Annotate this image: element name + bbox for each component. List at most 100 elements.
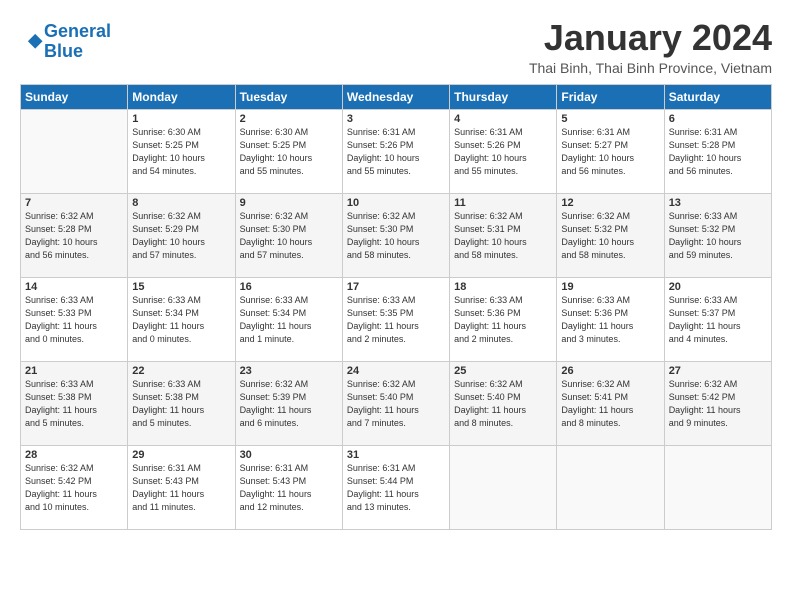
day-info: Sunrise: 6:32 AM Sunset: 5:40 PM Dayligh… <box>454 378 552 430</box>
day-cell: 22Sunrise: 6:33 AM Sunset: 5:38 PM Dayli… <box>128 361 235 445</box>
day-info: Sunrise: 6:32 AM Sunset: 5:40 PM Dayligh… <box>347 378 445 430</box>
day-cell: 26Sunrise: 6:32 AM Sunset: 5:41 PM Dayli… <box>557 361 664 445</box>
day-info: Sunrise: 6:33 AM Sunset: 5:35 PM Dayligh… <box>347 294 445 346</box>
month-title: January 2024 <box>529 18 772 58</box>
day-info: Sunrise: 6:32 AM Sunset: 5:29 PM Dayligh… <box>132 210 230 262</box>
day-cell <box>450 445 557 529</box>
week-row: 21Sunrise: 6:33 AM Sunset: 5:38 PM Dayli… <box>21 361 772 445</box>
day-info: Sunrise: 6:33 AM Sunset: 5:36 PM Dayligh… <box>454 294 552 346</box>
day-info: Sunrise: 6:32 AM Sunset: 5:42 PM Dayligh… <box>669 378 767 430</box>
day-cell: 29Sunrise: 6:31 AM Sunset: 5:43 PM Dayli… <box>128 445 235 529</box>
day-cell: 4Sunrise: 6:31 AM Sunset: 5:26 PM Daylig… <box>450 109 557 193</box>
day-number: 9 <box>240 197 338 209</box>
day-info: Sunrise: 6:30 AM Sunset: 5:25 PM Dayligh… <box>132 126 230 178</box>
header: General Blue January 2024 Thai Binh, Tha… <box>20 18 772 76</box>
day-cell: 10Sunrise: 6:32 AM Sunset: 5:30 PM Dayli… <box>342 193 449 277</box>
day-number: 1 <box>132 113 230 125</box>
day-cell: 17Sunrise: 6:33 AM Sunset: 5:35 PM Dayli… <box>342 277 449 361</box>
header-day-friday: Friday <box>557 84 664 109</box>
day-info: Sunrise: 6:31 AM Sunset: 5:44 PM Dayligh… <box>347 462 445 514</box>
day-number: 21 <box>25 365 123 377</box>
day-cell: 6Sunrise: 6:31 AM Sunset: 5:28 PM Daylig… <box>664 109 771 193</box>
day-info: Sunrise: 6:32 AM Sunset: 5:28 PM Dayligh… <box>25 210 123 262</box>
day-info: Sunrise: 6:33 AM Sunset: 5:38 PM Dayligh… <box>25 378 123 430</box>
day-number: 5 <box>561 113 659 125</box>
day-number: 10 <box>347 197 445 209</box>
logo: General Blue <box>20 22 111 62</box>
day-info: Sunrise: 6:31 AM Sunset: 5:27 PM Dayligh… <box>561 126 659 178</box>
day-cell: 27Sunrise: 6:32 AM Sunset: 5:42 PM Dayli… <box>664 361 771 445</box>
day-info: Sunrise: 6:33 AM Sunset: 5:34 PM Dayligh… <box>132 294 230 346</box>
day-info: Sunrise: 6:32 AM Sunset: 5:41 PM Dayligh… <box>561 378 659 430</box>
logo-icon <box>22 31 44 53</box>
day-info: Sunrise: 6:31 AM Sunset: 5:28 PM Dayligh… <box>669 126 767 178</box>
day-cell: 12Sunrise: 6:32 AM Sunset: 5:32 PM Dayli… <box>557 193 664 277</box>
logo-general: General <box>44 21 111 41</box>
header-day-monday: Monday <box>128 84 235 109</box>
day-number: 15 <box>132 281 230 293</box>
day-info: Sunrise: 6:33 AM Sunset: 5:38 PM Dayligh… <box>132 378 230 430</box>
day-number: 2 <box>240 113 338 125</box>
week-row: 7Sunrise: 6:32 AM Sunset: 5:28 PM Daylig… <box>21 193 772 277</box>
day-cell: 18Sunrise: 6:33 AM Sunset: 5:36 PM Dayli… <box>450 277 557 361</box>
day-info: Sunrise: 6:33 AM Sunset: 5:37 PM Dayligh… <box>669 294 767 346</box>
day-number: 31 <box>347 449 445 461</box>
header-day-saturday: Saturday <box>664 84 771 109</box>
day-number: 19 <box>561 281 659 293</box>
day-cell: 11Sunrise: 6:32 AM Sunset: 5:31 PM Dayli… <box>450 193 557 277</box>
header-day-sunday: Sunday <box>21 84 128 109</box>
day-number: 6 <box>669 113 767 125</box>
day-cell: 25Sunrise: 6:32 AM Sunset: 5:40 PM Dayli… <box>450 361 557 445</box>
day-cell: 30Sunrise: 6:31 AM Sunset: 5:43 PM Dayli… <box>235 445 342 529</box>
logo-blue: Blue <box>44 42 111 62</box>
day-cell: 16Sunrise: 6:33 AM Sunset: 5:34 PM Dayli… <box>235 277 342 361</box>
day-cell <box>664 445 771 529</box>
day-cell: 13Sunrise: 6:33 AM Sunset: 5:32 PM Dayli… <box>664 193 771 277</box>
day-cell: 9Sunrise: 6:32 AM Sunset: 5:30 PM Daylig… <box>235 193 342 277</box>
day-cell: 1Sunrise: 6:30 AM Sunset: 5:25 PM Daylig… <box>128 109 235 193</box>
day-number: 4 <box>454 113 552 125</box>
header-row: SundayMondayTuesdayWednesdayThursdayFrid… <box>21 84 772 109</box>
day-info: Sunrise: 6:30 AM Sunset: 5:25 PM Dayligh… <box>240 126 338 178</box>
day-number: 13 <box>669 197 767 209</box>
day-number: 29 <box>132 449 230 461</box>
day-number: 16 <box>240 281 338 293</box>
header-day-thursday: Thursday <box>450 84 557 109</box>
day-number: 20 <box>669 281 767 293</box>
day-info: Sunrise: 6:33 AM Sunset: 5:32 PM Dayligh… <box>669 210 767 262</box>
day-info: Sunrise: 6:32 AM Sunset: 5:39 PM Dayligh… <box>240 378 338 430</box>
day-number: 3 <box>347 113 445 125</box>
day-cell: 5Sunrise: 6:31 AM Sunset: 5:27 PM Daylig… <box>557 109 664 193</box>
day-info: Sunrise: 6:31 AM Sunset: 5:26 PM Dayligh… <box>347 126 445 178</box>
day-number: 11 <box>454 197 552 209</box>
location: Thai Binh, Thai Binh Province, Vietnam <box>529 60 772 76</box>
day-info: Sunrise: 6:31 AM Sunset: 5:43 PM Dayligh… <box>132 462 230 514</box>
day-cell: 7Sunrise: 6:32 AM Sunset: 5:28 PM Daylig… <box>21 193 128 277</box>
day-info: Sunrise: 6:32 AM Sunset: 5:42 PM Dayligh… <box>25 462 123 514</box>
page: General Blue January 2024 Thai Binh, Tha… <box>0 0 792 540</box>
day-cell: 8Sunrise: 6:32 AM Sunset: 5:29 PM Daylig… <box>128 193 235 277</box>
day-info: Sunrise: 6:32 AM Sunset: 5:30 PM Dayligh… <box>240 210 338 262</box>
day-info: Sunrise: 6:33 AM Sunset: 5:34 PM Dayligh… <box>240 294 338 346</box>
day-info: Sunrise: 6:31 AM Sunset: 5:26 PM Dayligh… <box>454 126 552 178</box>
day-number: 8 <box>132 197 230 209</box>
day-cell: 20Sunrise: 6:33 AM Sunset: 5:37 PM Dayli… <box>664 277 771 361</box>
day-number: 24 <box>347 365 445 377</box>
day-cell: 15Sunrise: 6:33 AM Sunset: 5:34 PM Dayli… <box>128 277 235 361</box>
calendar-table: SundayMondayTuesdayWednesdayThursdayFrid… <box>20 84 772 530</box>
day-info: Sunrise: 6:32 AM Sunset: 5:31 PM Dayligh… <box>454 210 552 262</box>
day-number: 30 <box>240 449 338 461</box>
day-cell <box>557 445 664 529</box>
day-cell <box>21 109 128 193</box>
day-number: 26 <box>561 365 659 377</box>
day-number: 14 <box>25 281 123 293</box>
header-day-wednesday: Wednesday <box>342 84 449 109</box>
header-day-tuesday: Tuesday <box>235 84 342 109</box>
day-number: 28 <box>25 449 123 461</box>
day-number: 25 <box>454 365 552 377</box>
day-cell: 28Sunrise: 6:32 AM Sunset: 5:42 PM Dayli… <box>21 445 128 529</box>
day-number: 27 <box>669 365 767 377</box>
day-cell: 23Sunrise: 6:32 AM Sunset: 5:39 PM Dayli… <box>235 361 342 445</box>
day-cell: 3Sunrise: 6:31 AM Sunset: 5:26 PM Daylig… <box>342 109 449 193</box>
week-row: 1Sunrise: 6:30 AM Sunset: 5:25 PM Daylig… <box>21 109 772 193</box>
